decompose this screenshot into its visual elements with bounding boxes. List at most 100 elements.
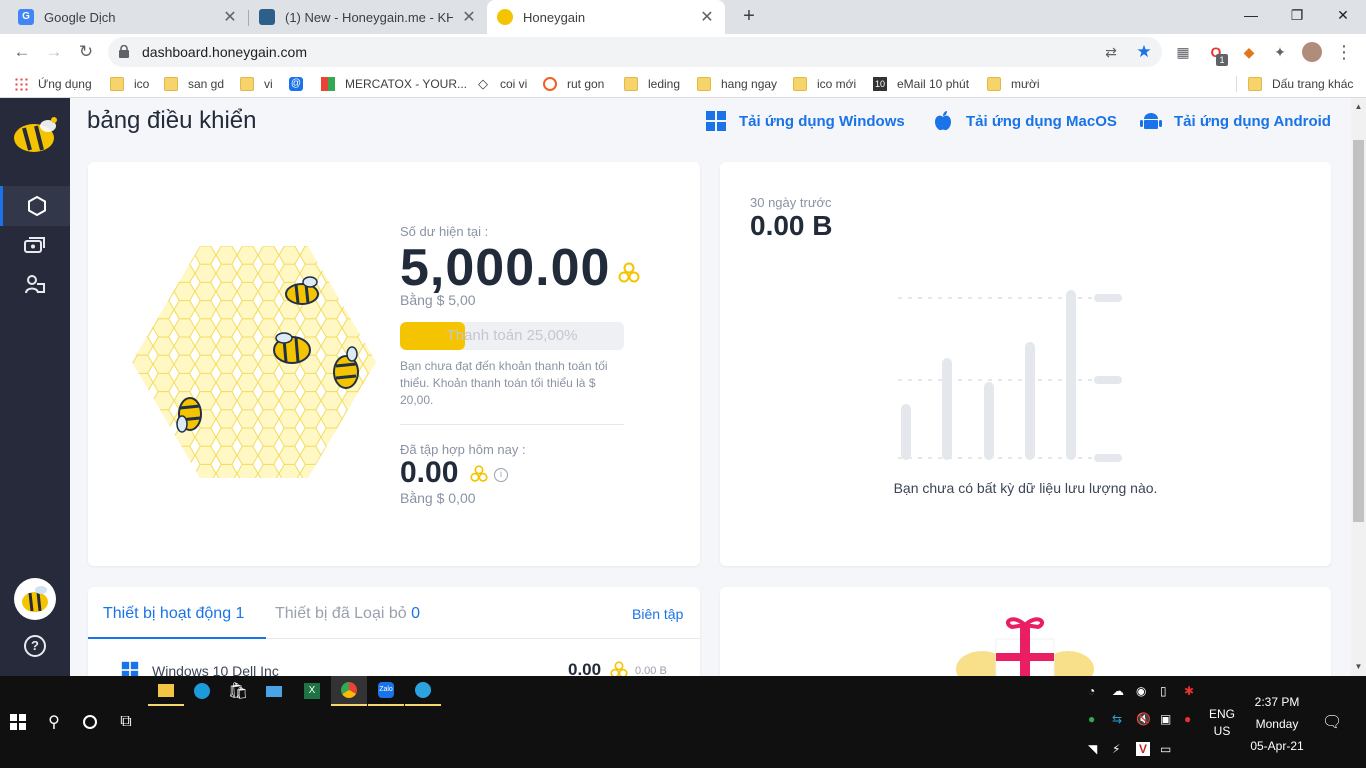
tab-title: Google Dịch [44, 9, 116, 25]
download-android-link[interactable]: Tải ứng dụng Android [1140, 110, 1331, 132]
bookmark-label: coi vi [500, 77, 528, 91]
hexagon-icon [27, 196, 46, 216]
balance-usd: Bằng $ 5,00 [400, 292, 476, 308]
bookmark-label: Dấu trang khác [1272, 77, 1354, 91]
honeygain-logo-icon[interactable] [10, 114, 60, 156]
bookmarks-bar: Ứng dụng ico san gd vi @ MERCATOX - YOUR… [0, 70, 1366, 98]
chrome-icon[interactable] [331, 676, 367, 706]
clock-date: 05-Apr-21 [1250, 739, 1304, 753]
back-button[interactable]: ← [10, 40, 34, 64]
bookmark-email-10[interactable]: 10 eMail 10 phút [873, 75, 969, 93]
onedrive-icon[interactable]: ☁ [1112, 684, 1124, 698]
tab-honeygain[interactable]: Honeygain ✕ [487, 0, 725, 34]
today-usd: Bằng $ 0,00 [400, 490, 476, 506]
info-icon[interactable]: i [494, 468, 508, 482]
bookmark-star-icon[interactable]: ★ [1135, 43, 1153, 61]
edit-devices-link[interactable]: Biên tập [632, 606, 683, 622]
new-tab-button[interactable]: + [737, 4, 761, 28]
power-plug-icon[interactable]: ⚡ [1112, 742, 1120, 756]
tab-google-translate[interactable]: G Google Dịch ✕ [8, 0, 248, 34]
battery-icon[interactable]: ▭ [1160, 742, 1171, 756]
tab-honeygain-forum[interactable]: (1) New - Honeygain.me - KHÔN ✕ [249, 0, 487, 34]
download-macos-link[interactable]: Tải ứng dụng MacOS [932, 110, 1117, 132]
page-scrollbar[interactable]: ▲ ▼ [1351, 98, 1366, 676]
tab-close-icon[interactable]: ✕ [461, 7, 477, 27]
antivirus-icon[interactable]: ✱ [1184, 684, 1194, 698]
scroll-down-arrow[interactable]: ▼ [1351, 662, 1366, 671]
user-avatar[interactable] [14, 578, 56, 620]
bookmark-apps[interactable]: Ứng dụng [14, 75, 92, 93]
notification-center-icon[interactable]: 🗨 [1322, 712, 1342, 732]
minimize-button[interactable]: — [1228, 0, 1274, 30]
extensions-puzzle-icon[interactable]: ✦ [1270, 42, 1290, 62]
bookmark-hang-ngay[interactable]: hang ngay [697, 75, 777, 93]
sidebar-wallet[interactable] [0, 225, 70, 265]
help-icon[interactable]: ? [24, 635, 46, 657]
honey-coin-icon [470, 465, 488, 482]
translate-page-icon[interactable]: ⇄ [1102, 43, 1120, 61]
bookmark-leding[interactable]: leding [624, 75, 680, 93]
browser-tabstrip: G Google Dịch ✕ (1) New - Honeygain.me -… [0, 0, 1366, 34]
metamask-extension-icon[interactable]: ◆ [1239, 42, 1259, 62]
tab-active-devices[interactable]: Thiết bị hoạt động 1 [103, 605, 244, 623]
zalo-icon[interactable]: Zalo [368, 676, 404, 706]
wifi-icon[interactable]: ◥ [1088, 742, 1097, 756]
folder-icon [624, 77, 638, 91]
zalo-tray-icon[interactable]: ◉ [1136, 684, 1146, 698]
bookmark-at[interactable]: @ [289, 75, 313, 93]
teamviewer-icon[interactable]: ⇆ [1112, 712, 1122, 726]
tab-close-icon[interactable]: ✕ [699, 7, 715, 27]
volume-mute-icon[interactable]: 🔇 [1136, 712, 1151, 726]
start-windows-icon[interactable] [0, 707, 36, 737]
scrollbar-thumb[interactable] [1353, 140, 1364, 522]
device-row[interactable]: Windows 10 Dell Inc 0.00 0.00 B [88, 657, 700, 676]
bookmark-rut-gon[interactable]: rut gon [543, 75, 604, 93]
bookmark-ico-moi[interactable]: ico mới [793, 75, 856, 93]
bookmark-ico[interactable]: ico [110, 75, 149, 93]
restore-button[interactable]: ❐ [1274, 0, 1320, 30]
android-icon [1140, 113, 1162, 129]
tray-icon[interactable]: ◔ [1088, 684, 1095, 698]
sidebar-referrals[interactable] [0, 264, 70, 304]
language-indicator[interactable]: ENG US [1204, 706, 1240, 740]
task-view-icon[interactable]: ⧉ [108, 707, 144, 737]
other-bookmarks[interactable]: Dấu trang khác [1248, 75, 1353, 93]
bookmark-san-gd[interactable]: san gd [164, 75, 224, 93]
qr-extension-icon[interactable]: ▦ [1173, 42, 1193, 62]
vietkey-icon[interactable]: V [1136, 742, 1150, 756]
reload-button[interactable]: ↻ [74, 40, 98, 64]
tab-removed-devices[interactable]: Thiết bị đã Loại bỏ 0 [275, 605, 420, 623]
mail-icon[interactable] [256, 676, 292, 706]
bookmark-coi-vi[interactable]: ◇ coi vi [476, 75, 527, 93]
notification-app-icon[interactable]: ● [1184, 712, 1191, 726]
store-icon[interactable]: 🛍 [220, 676, 256, 706]
shield-icon[interactable]: ▣ [1160, 712, 1171, 726]
close-window-button[interactable]: ✕ [1320, 0, 1366, 30]
folder-icon [697, 77, 711, 91]
scroll-up-arrow[interactable]: ▲ [1351, 102, 1366, 111]
cortana-circle-icon[interactable] [72, 707, 108, 737]
bookmark-vi[interactable]: vi [240, 75, 273, 93]
usb-icon[interactable]: ▯ [1160, 684, 1167, 698]
file-explorer-icon[interactable] [148, 676, 184, 706]
bookmark-mercatox[interactable]: MERCATOX - YOUR... [321, 75, 467, 93]
clock-time: 2:37 PM [1254, 695, 1300, 709]
excel-icon[interactable]: X [294, 676, 330, 706]
bookmark-muoi[interactable]: mười [987, 75, 1040, 93]
telegram-icon[interactable] [405, 676, 441, 706]
forward-button[interactable]: → [42, 40, 66, 64]
search-icon[interactable]: ⚲ [36, 707, 72, 737]
clock[interactable]: 2:37 PM Monday 05-Apr-21 [1242, 691, 1312, 757]
profile-avatar-icon[interactable] [1302, 42, 1322, 62]
address-bar[interactable]: dashboard.honeygain.com ⇄ ★ [108, 37, 1162, 67]
page-title: bảng điều khiển [87, 107, 257, 134]
network-globe-icon[interactable]: ● [1088, 712, 1095, 726]
download-windows-link[interactable]: Tải ứng dụng Windows [705, 110, 905, 132]
edge-icon[interactable] [184, 676, 220, 706]
folder-icon [110, 77, 124, 91]
tab-close-icon[interactable]: ✕ [222, 7, 238, 27]
menu-kebab-icon[interactable]: ⋮ [1334, 42, 1354, 62]
bookmark-label: rut gon [567, 77, 605, 91]
sidebar-dashboard[interactable] [0, 186, 70, 226]
bookmark-label: eMail 10 phút [897, 77, 970, 91]
